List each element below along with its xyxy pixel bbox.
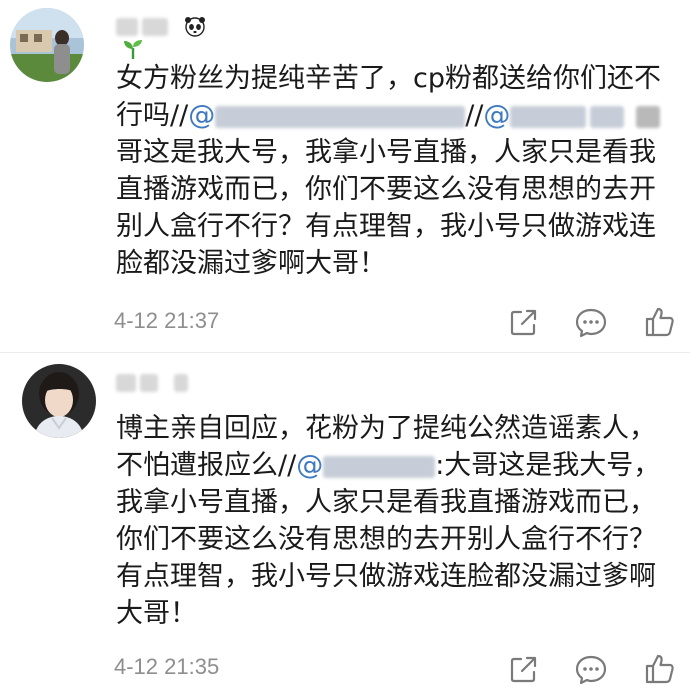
username[interactable] [116, 372, 212, 398]
redacted-name [116, 18, 138, 36]
share-icon[interactable] [506, 305, 540, 339]
comment-text: 女方粉丝为提纯辛苦了，cp粉都送给你们还不行吗//@//@哥这是我大号，我拿小号… [116, 60, 672, 282]
mention-link[interactable]: @ [296, 450, 436, 481]
comment-text-part: // [465, 100, 484, 131]
redacted-mention [215, 105, 466, 128]
redacted-mention [510, 105, 587, 128]
redacted-name [116, 373, 136, 392]
sprout-icon [124, 40, 142, 59]
mention-link[interactable]: @ [188, 100, 466, 131]
mention-prefix: @ [188, 100, 216, 131]
timestamp: 4-12 21:37 [114, 308, 220, 333]
avatar[interactable] [10, 8, 84, 82]
share-icon[interactable] [506, 652, 540, 686]
mention-prefix: @ [296, 450, 324, 481]
mention-link[interactable]: @ [483, 100, 625, 131]
username[interactable] [116, 16, 208, 59]
redacted-name [140, 373, 158, 392]
avatar[interactable] [22, 364, 96, 438]
like-icon[interactable] [643, 305, 677, 339]
comment-text-part: 哥这是我大号，我拿小号直播，人家只是看我直播游戏而已，你们不要这么没有思想的去开… [116, 137, 656, 279]
redacted-text [636, 105, 661, 128]
panda-icon [185, 17, 206, 37]
redacted-name [142, 18, 168, 36]
comment-item: 博主亲自回应，花粉为了提纯公然造谣素人，不怕遭报应么//@:大哥这是我大号，我拿… [0, 352, 690, 690]
reply-icon[interactable] [574, 305, 608, 339]
redacted-mention [590, 105, 625, 128]
timestamp: 4-12 21:35 [114, 654, 220, 679]
reply-icon[interactable] [574, 652, 608, 686]
comment-text: 博主亲自回应，花粉为了提纯公然造谣素人，不怕遭报应么//@:大哥这是我大号，我拿… [116, 410, 672, 632]
redacted-name [174, 373, 188, 392]
redacted-mention [323, 455, 436, 478]
mention-prefix: @ [483, 100, 511, 131]
comment-item: 女方粉丝为提纯辛苦了，cp粉都送给你们还不行吗//@//@哥这是我大号，我拿小号… [0, 0, 690, 352]
like-icon[interactable] [643, 652, 677, 686]
